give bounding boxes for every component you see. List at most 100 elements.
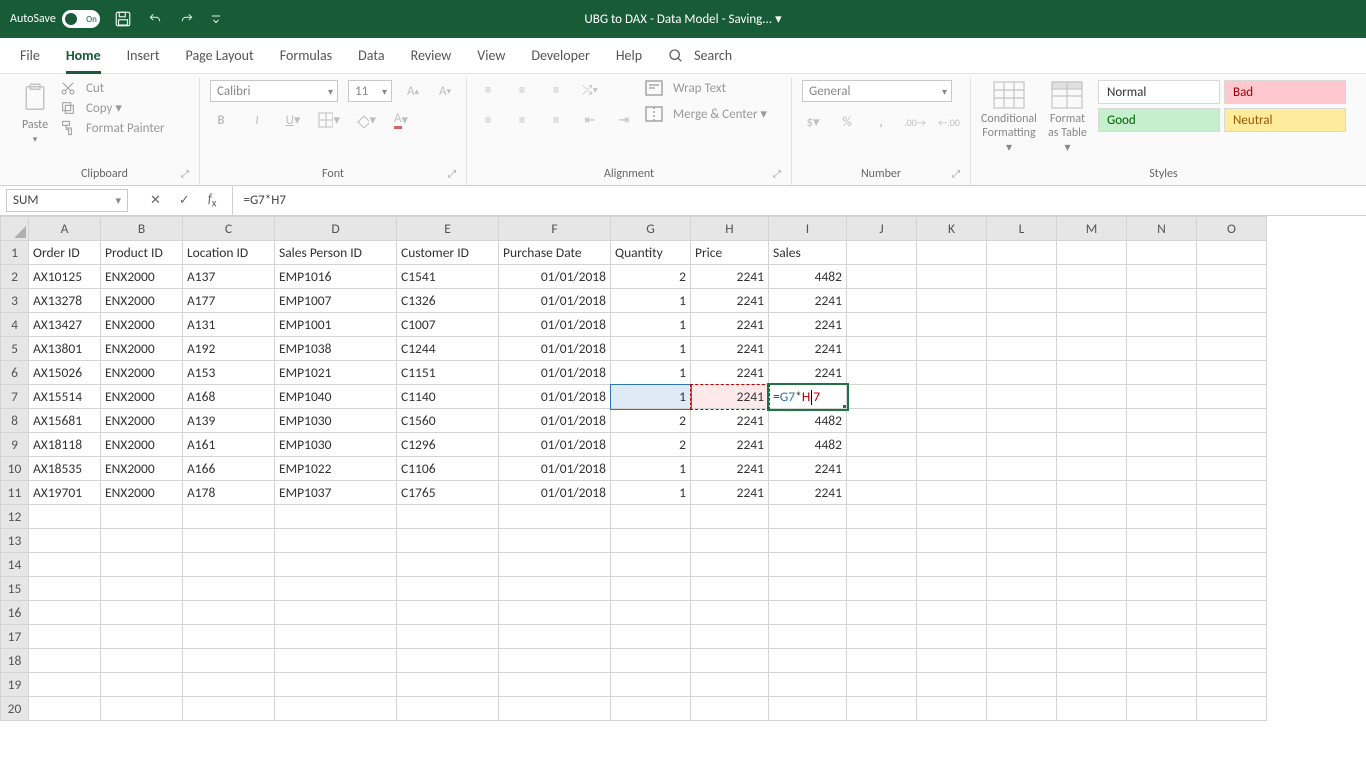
cell[interactable] [769, 673, 847, 697]
cell[interactable] [987, 601, 1057, 625]
cell[interactable] [847, 529, 917, 553]
cell[interactable] [1057, 457, 1127, 481]
cell[interactable] [101, 505, 183, 529]
cell[interactable] [847, 553, 917, 577]
cell[interactable] [29, 601, 101, 625]
cell[interactable] [275, 601, 397, 625]
cell[interactable] [769, 505, 847, 529]
worksheet-grid[interactable]: ABCDEFGHIJKLMNO1Order IDProduct IDLocati… [0, 216, 1366, 768]
cell[interactable]: A177 [183, 289, 275, 313]
cell[interactable] [183, 625, 275, 649]
cell[interactable] [101, 601, 183, 625]
qat-customize-icon[interactable] [210, 13, 222, 25]
cell[interactable]: 2241 [691, 409, 769, 433]
cell[interactable]: 2241 [691, 265, 769, 289]
cell[interactable] [275, 577, 397, 601]
cell[interactable] [29, 553, 101, 577]
cell[interactable]: AX13427 [29, 313, 101, 337]
undo-icon[interactable] [146, 12, 164, 26]
row-header-9[interactable]: 9 [1, 433, 29, 457]
cell[interactable] [987, 337, 1057, 361]
cell[interactable] [769, 577, 847, 601]
cell[interactable]: 1 [611, 481, 691, 505]
cell[interactable]: EMP1021 [275, 361, 397, 385]
cell[interactable]: 2 [611, 265, 691, 289]
cell[interactable]: C1541 [397, 265, 499, 289]
cell[interactable] [1197, 505, 1267, 529]
cell[interactable] [499, 697, 611, 721]
insert-function-icon[interactable]: fx [208, 192, 217, 210]
cell[interactable] [611, 673, 691, 697]
cell[interactable] [1197, 697, 1267, 721]
cell[interactable] [691, 673, 769, 697]
decrease-indent-icon[interactable]: ⇤ [579, 110, 601, 130]
cell[interactable]: 4482 [769, 433, 847, 457]
cell[interactable]: C1007 [397, 313, 499, 337]
cell[interactable] [917, 313, 987, 337]
cell[interactable] [397, 601, 499, 625]
copy-button[interactable]: Copy ▾ [60, 100, 165, 116]
cell[interactable] [611, 625, 691, 649]
cell[interactable] [691, 577, 769, 601]
cell[interactable] [611, 697, 691, 721]
cell[interactable] [1057, 337, 1127, 361]
cell[interactable]: AX15514 [29, 385, 101, 409]
align-center-icon[interactable]: ≡ [511, 110, 533, 130]
cell[interactable] [691, 697, 769, 721]
orientation-icon[interactable]: ⤭▾ [579, 80, 601, 100]
accounting-format-icon[interactable]: $▾ [802, 112, 824, 132]
cell[interactable] [275, 553, 397, 577]
cell[interactable] [397, 577, 499, 601]
column-header-E[interactable]: E [397, 217, 499, 241]
row-header-4[interactable]: 4 [1, 313, 29, 337]
cell[interactable] [987, 481, 1057, 505]
cell[interactable] [1127, 265, 1197, 289]
cell[interactable]: 2241 [769, 457, 847, 481]
comma-format-icon[interactable]: , [870, 112, 892, 132]
cell[interactable]: EMP1037 [275, 481, 397, 505]
cell[interactable] [29, 577, 101, 601]
cell[interactable] [1057, 265, 1127, 289]
cell[interactable] [397, 673, 499, 697]
percent-format-icon[interactable]: % [836, 112, 858, 132]
cell[interactable]: 2241 [691, 289, 769, 313]
cell[interactable]: EMP1016 [275, 265, 397, 289]
cell[interactable]: A137 [183, 265, 275, 289]
column-header-G[interactable]: G [611, 217, 691, 241]
dialog-launcher-icon[interactable]: ⤢ [448, 167, 456, 180]
cell[interactable]: AX13278 [29, 289, 101, 313]
row-header-12[interactable]: 12 [1, 505, 29, 529]
cell[interactable] [917, 553, 987, 577]
cell[interactable] [275, 673, 397, 697]
autosave-switch-on[interactable]: On [62, 10, 100, 28]
merge-center-button[interactable]: Merge & Center ▾ [645, 106, 767, 122]
cell[interactable]: C1326 [397, 289, 499, 313]
cut-button[interactable]: Cut [60, 80, 165, 96]
cell[interactable] [1197, 361, 1267, 385]
cell[interactable]: EMP1030 [275, 409, 397, 433]
enter-formula-icon[interactable]: ✓ [179, 193, 190, 208]
cell[interactable] [499, 529, 611, 553]
cell[interactable] [917, 265, 987, 289]
cell[interactable] [691, 553, 769, 577]
tab-view[interactable]: View [477, 47, 505, 64]
cell[interactable]: A168 [183, 385, 275, 409]
column-header-I[interactable]: I [769, 217, 847, 241]
cell[interactable]: AX19701 [29, 481, 101, 505]
cell[interactable]: 2241 [691, 337, 769, 361]
cell[interactable] [769, 601, 847, 625]
cell[interactable] [917, 577, 987, 601]
tab-review[interactable]: Review [411, 47, 452, 64]
cell[interactable] [1197, 601, 1267, 625]
cell[interactable]: 1 [611, 457, 691, 481]
number-format-dropdown[interactable]: General [802, 80, 952, 102]
cell[interactable] [1057, 649, 1127, 673]
cell[interactable] [987, 553, 1057, 577]
row-header-8[interactable]: 8 [1, 409, 29, 433]
cell[interactable] [847, 265, 917, 289]
cell[interactable] [1197, 289, 1267, 313]
cell[interactable] [183, 673, 275, 697]
cell[interactable] [183, 529, 275, 553]
cell[interactable] [691, 649, 769, 673]
wrap-text-button[interactable]: Wrap Text [645, 80, 767, 96]
